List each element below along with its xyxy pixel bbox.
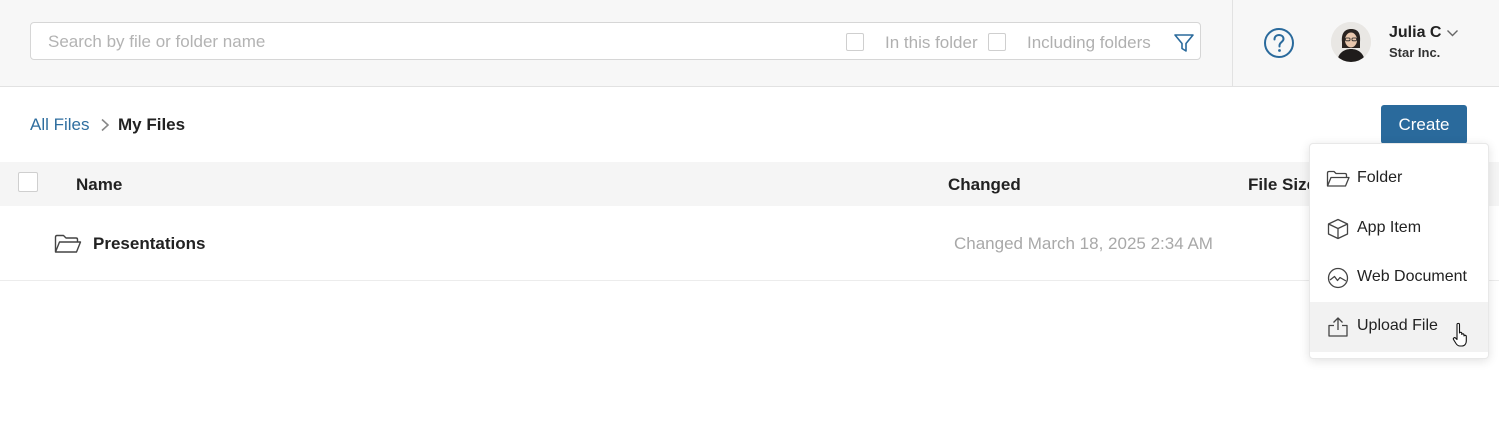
menu-item-folder[interactable]: Folder: [1310, 154, 1488, 204]
folder-icon: [1326, 170, 1350, 187]
user-organization: Star Inc.: [1389, 45, 1441, 60]
filter-icon[interactable]: [1173, 32, 1195, 54]
changed-date: Changed March 18, 2025 2:34 AM: [954, 234, 1213, 253]
in-this-folder-checkbox[interactable]: [846, 33, 864, 51]
table-header: Name Changed File Size: [0, 162, 1499, 206]
select-all-checkbox[interactable]: [18, 172, 38, 192]
column-changed-header[interactable]: Changed: [948, 175, 1021, 195]
column-name-header[interactable]: Name: [76, 175, 122, 195]
upload-icon: [1328, 317, 1348, 337]
menu-item-label: Web Document: [1357, 268, 1467, 285]
help-circle-icon[interactable]: [1263, 27, 1295, 59]
chevron-right-icon: [101, 118, 110, 132]
breadcrumb-current: My Files: [118, 115, 186, 134]
top-bar: In this folder Including folders Julia C…: [0, 0, 1499, 87]
in-this-folder-label: In this folder: [885, 33, 978, 52]
search-box[interactable]: In this folder Including folders: [30, 22, 1201, 60]
menu-item-label: App Item: [1357, 219, 1422, 236]
menu-item-label: Upload File: [1357, 317, 1438, 334]
cube-icon: [1327, 218, 1349, 240]
menu-item-app-item[interactable]: App Item: [1310, 204, 1488, 254]
avatar[interactable]: [1331, 22, 1371, 62]
create-button[interactable]: Create: [1381, 105, 1467, 144]
hand-pointer-cursor-icon: [1452, 322, 1467, 347]
including-folders-label: Including folders: [1027, 33, 1151, 52]
header-divider: [1232, 0, 1233, 86]
user-name[interactable]: Julia C: [1389, 24, 1441, 42]
breadcrumb-all-files[interactable]: All Files: [30, 115, 90, 135]
table-row[interactable]: Presentations Changed March 18, 2025 2:3…: [0, 206, 1499, 281]
file-name[interactable]: Presentations: [93, 234, 205, 254]
menu-item-web-document[interactable]: Web Document: [1310, 253, 1488, 303]
column-file-size-header[interactable]: File Size: [1248, 175, 1316, 195]
search-input[interactable]: [46, 30, 810, 54]
folder-icon: [54, 234, 82, 253]
web-document-icon: [1327, 267, 1349, 289]
including-folders-checkbox[interactable]: [988, 33, 1006, 51]
menu-item-label: Folder: [1357, 169, 1403, 186]
chevron-down-icon[interactable]: [1446, 28, 1459, 38]
